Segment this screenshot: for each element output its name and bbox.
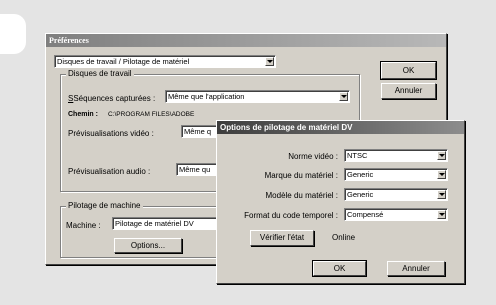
audio-preview-value: Même qu — [179, 165, 211, 174]
audio-preview-dropdown[interactable]: Même qu — [176, 163, 221, 176]
dv-options-dialog: Options de pilotage de matériel DV Norme… — [216, 120, 465, 284]
page-corner-decoration — [0, 14, 26, 54]
video-norm-dropdown[interactable]: NTSC — [344, 149, 448, 162]
machine-label: Machine : — [66, 221, 101, 230]
check-status-button[interactable]: Vérifier l'état — [250, 230, 314, 246]
timecode-format-label: Format du code temporel : — [244, 211, 338, 220]
device-brand-value: Generic — [347, 170, 374, 179]
captured-clips-label-text: Séquences capturées : — [73, 94, 156, 103]
cancel-button[interactable]: Annuler — [381, 83, 436, 99]
ok-button[interactable]: OK — [380, 61, 437, 80]
device-model-value: Generic — [347, 190, 374, 199]
device-brand-label: Marque du matériel : — [264, 171, 338, 180]
section-dropdown[interactable]: Disques de travail / Pilotage de matérie… — [54, 55, 276, 68]
dv-ok-button[interactable]: OK — [312, 260, 367, 277]
device-control-group-label: Pilotage de machine — [66, 201, 143, 210]
video-preview-dropdown[interactable]: Même q — [181, 125, 221, 138]
chevron-down-icon[interactable] — [437, 210, 446, 219]
device-brand-dropdown[interactable]: Generic — [344, 168, 448, 181]
preferences-title-bar[interactable]: Préférences — [46, 34, 446, 47]
machine-value: Pilotage de matériel DV — [115, 219, 194, 228]
timecode-format-dropdown[interactable]: Compensé — [344, 208, 448, 221]
chevron-down-icon[interactable] — [437, 151, 446, 160]
video-norm-label: Norme vidéo : — [288, 152, 338, 161]
dv-options-title-bar[interactable]: Options de pilotage de matériel DV — [217, 121, 464, 134]
device-model-dropdown[interactable]: Generic — [344, 188, 448, 201]
machine-dropdown[interactable]: Pilotage de matériel DV — [112, 217, 220, 230]
captured-clips-dropdown[interactable]: Même que l'application — [165, 90, 350, 103]
chevron-down-icon[interactable] — [339, 92, 348, 101]
path-value: C:\PROGRAM FILES\ADOBE — [108, 111, 195, 118]
video-preview-value: Même q — [184, 127, 212, 136]
chevron-down-icon[interactable] — [437, 190, 446, 199]
chevron-down-icon[interactable] — [437, 170, 446, 179]
device-model-label: Modèle du matériel : — [265, 191, 338, 200]
device-status: Online — [332, 233, 356, 242]
options-button[interactable]: Options... — [114, 238, 182, 253]
dv-cancel-button[interactable]: Annuler — [387, 261, 445, 276]
section-dropdown-value: Disques de travail / Pilotage de matérie… — [57, 57, 190, 66]
audio-preview-label: Prévisualisation audio : — [68, 167, 151, 176]
video-norm-value: NTSC — [347, 151, 368, 160]
timecode-format-value: Compensé — [347, 210, 384, 219]
captured-clips-label: SSéquences capturées : — [68, 94, 156, 103]
captured-clips-value: Même que l'application — [168, 92, 245, 101]
scratch-disks-group-label: Disques de travail — [66, 69, 134, 78]
chevron-down-icon[interactable] — [265, 57, 274, 66]
path-label: Chemin : — [68, 111, 98, 118]
video-preview-label: Prévisualisations vidéo : — [68, 129, 154, 138]
